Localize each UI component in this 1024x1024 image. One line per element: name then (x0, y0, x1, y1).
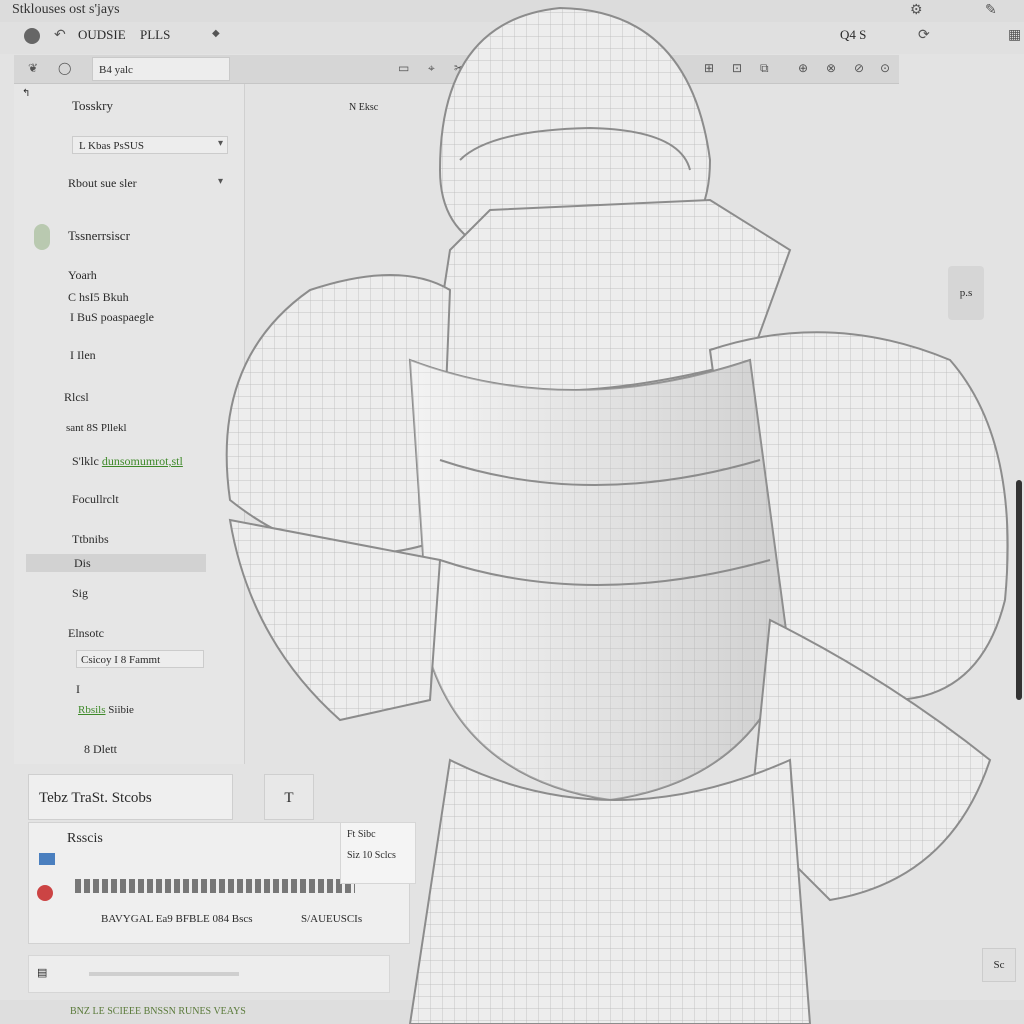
toolbar-label-a[interactable]: OUDSIE (78, 27, 126, 43)
list-item[interactable]: I BuS poaspaegle (70, 310, 154, 325)
armor-figure-image (225, 6, 1009, 1024)
folder-icon[interactable] (39, 853, 55, 865)
alert-icon[interactable] (37, 885, 53, 901)
list-item[interactable]: I Ilen (70, 348, 96, 363)
list-item[interactable]: Yoarh (68, 268, 97, 283)
back-icon[interactable]: ↶ (54, 27, 66, 44)
list-item[interactable]: Focullrclt (72, 492, 119, 507)
list-item-link[interactable]: Rbsils (78, 704, 106, 716)
list-item-label: S'lklc (72, 454, 99, 468)
leaf-icon[interactable]: ❦ (28, 61, 38, 76)
list-item[interactable]: Sig (72, 586, 88, 601)
list-item-link[interactable]: dunsomumrot,stl (102, 454, 183, 468)
list-item[interactable]: Tssnerrsiscr (68, 228, 130, 244)
list-item[interactable]: Rlcsl (64, 390, 89, 405)
list-item[interactable]: Ttbnibs (72, 532, 109, 547)
list-item[interactable]: Rbout sue sler (68, 176, 137, 191)
window-title: Stklouses ost s'jays (12, 2, 120, 17)
list-item[interactable]: Rbsils Siibie (78, 704, 134, 716)
list-item[interactable]: sant 8S Pllekl (66, 422, 127, 434)
list-item[interactable]: 8 Dlett (84, 742, 117, 757)
list-item[interactable]: C hsI5 Bkuh (68, 290, 129, 305)
app-logo-icon (24, 28, 40, 44)
list-item-label: Siibie (108, 704, 134, 716)
marker-icon (34, 224, 50, 250)
list-item[interactable]: Tosskry (72, 98, 113, 114)
circle-icon[interactable]: ◯ (58, 61, 71, 76)
toolbar-label-b[interactable]: PLLS (140, 27, 170, 43)
list-icon[interactable]: ▤ (37, 966, 47, 979)
list-item[interactable]: S'lklc dunsomumrot,stl (72, 454, 183, 469)
collapse-icon[interactable]: ↰ (22, 88, 30, 99)
details-heading: Rsscis (67, 831, 103, 846)
list-item-selected[interactable]: Dis (26, 554, 206, 572)
list-item[interactable]: I (76, 682, 80, 697)
list-item[interactable]: Elnsotc (68, 626, 104, 641)
list-item-field[interactable]: Csicoy I 8 Fammt (76, 650, 204, 668)
